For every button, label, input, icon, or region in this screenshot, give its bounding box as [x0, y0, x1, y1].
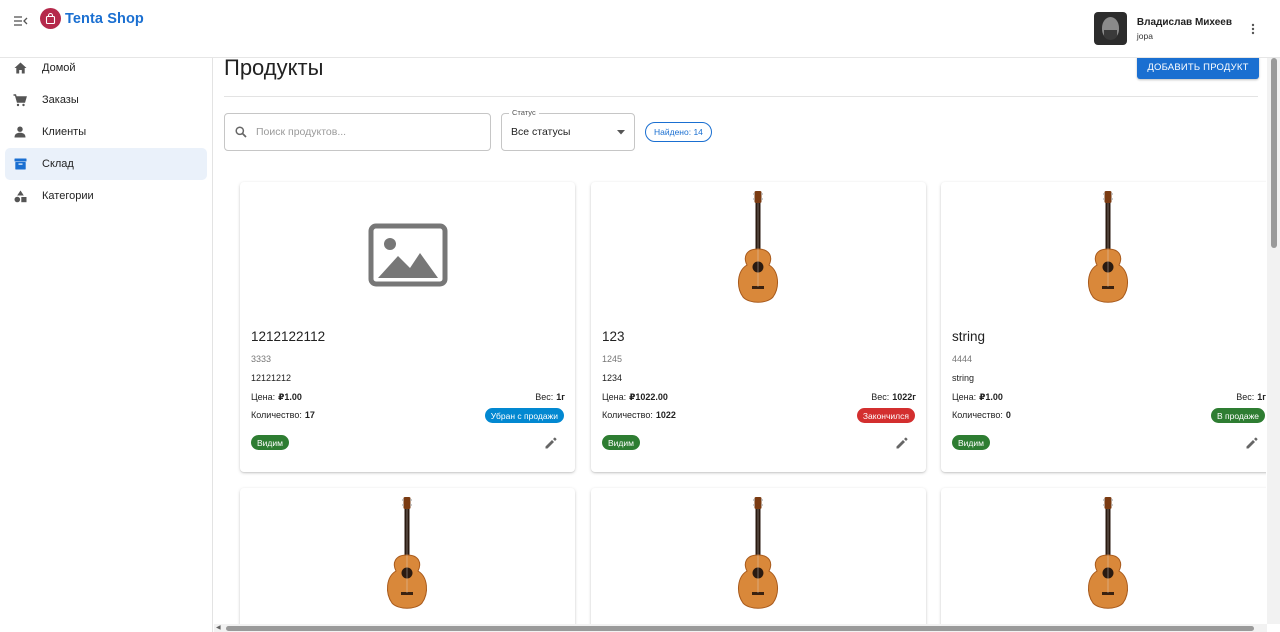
sidebar-item-label: Категории — [42, 190, 94, 202]
status-badge: В продаже — [1210, 408, 1265, 423]
product-card[interactable] — [591, 488, 926, 624]
product-card[interactable]: 123 1245 1234 Цена: ₽1022.00 Вес: 1022г Ко… — [591, 182, 926, 472]
product-code: 3333 — [251, 354, 272, 364]
scrollbar-thumb[interactable] — [1271, 58, 1277, 248]
product-weight: Вес: 1022г — [871, 392, 916, 402]
product-price: Цена: ₽1022.00 — [602, 392, 668, 402]
guitar-image — [737, 191, 778, 303]
edit-icon[interactable] — [1245, 436, 1259, 450]
product-weight: Вес: 1г — [1236, 392, 1266, 402]
found-count-chip: Найдено: 14 — [645, 122, 712, 142]
shop-bag-icon — [40, 8, 61, 29]
vertical-scrollbar[interactable] — [1267, 58, 1280, 624]
scrollbar-thumb[interactable] — [226, 626, 1254, 631]
product-quantity: Количество: 17 — [251, 410, 315, 420]
status-badge: Убран с продажи — [484, 408, 564, 423]
sidebar-item-label: Домой — [42, 62, 76, 74]
sidebar-item-warehouse[interactable]: Склад — [5, 148, 207, 180]
product-card[interactable]: string 4444 string Цена: ₽1.00 Вес: 1г Кол… — [941, 182, 1266, 472]
visibility-chip: Видим — [602, 435, 640, 450]
product-image — [941, 182, 1266, 322]
logo[interactable]: Tenta Shop — [40, 8, 144, 29]
product-image — [240, 182, 575, 322]
horizontal-scrollbar[interactable]: ◀ — [214, 624, 1267, 632]
category-icon — [13, 189, 27, 203]
scroll-left-arrow-icon[interactable]: ◀ — [216, 624, 221, 632]
product-code: 4444 — [952, 354, 973, 364]
product-description: 12121212 — [251, 373, 292, 383]
visibility-chip: Видим — [251, 435, 289, 450]
search-icon — [235, 125, 249, 139]
app-bar: Tenta Shop Владислав Михеев jopa — [0, 0, 1280, 58]
edit-icon[interactable] — [895, 436, 909, 450]
sidebar: Домой Заказы Клиенты Склад Категории — [0, 58, 213, 632]
user-login: jopa — [1136, 30, 1153, 41]
status-select[interactable]: Статус Все статусы — [501, 108, 635, 151]
status-value: Все статусы — [511, 126, 571, 138]
product-title: 123 — [602, 329, 625, 344]
page-title: Продукты — [224, 58, 324, 80]
guitar-image — [1087, 497, 1128, 609]
product-image — [941, 488, 1266, 624]
product-image — [591, 182, 926, 322]
sidebar-item-clients[interactable]: Клиенты — [5, 116, 207, 148]
product-title: 1212122112 — [251, 329, 326, 344]
sidebar-item-categories[interactable]: Категории — [5, 180, 207, 212]
warehouse-icon — [13, 157, 27, 171]
menu-collapse-icon[interactable] — [12, 12, 30, 30]
home-icon — [13, 61, 27, 75]
user-menu[interactable]: Владислав Михеев jopa — [1093, 12, 1260, 45]
status-badge: Закончился — [856, 408, 915, 423]
sidebar-item-label: Клиенты — [42, 126, 87, 138]
search-input[interactable] — [256, 126, 476, 138]
sidebar-item-orders[interactable]: Заказы — [5, 84, 207, 116]
product-quantity: Количество: 1022 — [602, 410, 676, 420]
product-card[interactable]: 1212122112 3333 12121212 Цена: ₽1.00 Вес:… — [240, 182, 575, 472]
sidebar-item-label: Склад — [42, 158, 74, 170]
product-image — [240, 488, 575, 624]
guitar-image — [1087, 191, 1128, 303]
product-price: Цена: ₽1.00 — [251, 392, 302, 402]
product-title: string — [952, 329, 986, 344]
product-description: string — [952, 373, 975, 383]
product-price: Цена: ₽1.00 — [952, 392, 1003, 402]
product-description: 1234 — [602, 373, 623, 383]
cart-icon — [13, 93, 27, 107]
product-code: 1245 — [602, 354, 623, 364]
avatar[interactable] — [1093, 12, 1127, 45]
divider — [224, 96, 1258, 97]
more-vert-icon[interactable] — [1246, 20, 1260, 38]
add-product-button[interactable]: ДОБАВИТЬ ПРОДУКТ — [1137, 58, 1259, 79]
visibility-chip: Видим — [952, 435, 990, 450]
search-field[interactable] — [224, 113, 491, 151]
product-weight: Вес: 1г — [535, 392, 565, 402]
main-content: Продукты ДОБАВИТЬ ПРОДУКТ Статус Все ста… — [214, 58, 1266, 624]
user-name: Владислав Михеев — [1136, 16, 1232, 28]
product-card[interactable] — [941, 488, 1266, 624]
sidebar-item-label: Заказы — [42, 94, 79, 106]
caret-down-icon — [616, 127, 626, 137]
product-image — [591, 488, 926, 624]
status-label: Статус — [509, 108, 539, 117]
guitar-image — [737, 497, 778, 609]
image-placeholder-icon — [368, 223, 447, 287]
product-quantity: Количество: 0 — [952, 410, 1011, 420]
guitar-image — [386, 497, 427, 609]
app-title: Tenta Shop — [65, 10, 144, 27]
edit-icon[interactable] — [544, 436, 558, 450]
product-card[interactable] — [240, 488, 575, 624]
person-icon — [13, 125, 27, 139]
